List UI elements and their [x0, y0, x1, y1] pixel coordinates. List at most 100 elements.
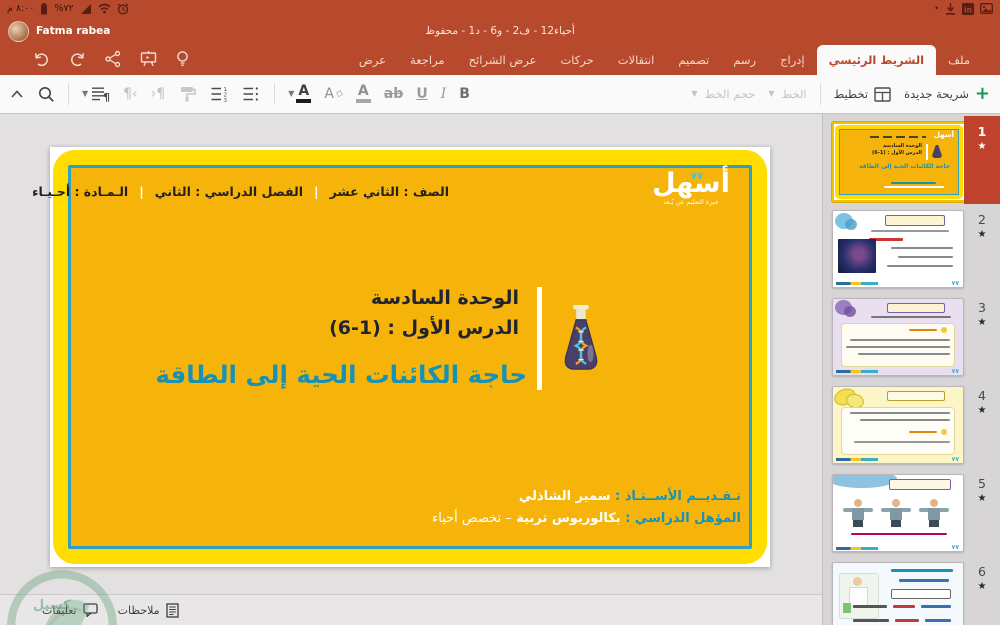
- slide-number: 6: [978, 564, 986, 579]
- font-size-label: حجم الخط: [704, 87, 756, 101]
- tab-home[interactable]: الشريط الرئيسي: [816, 45, 937, 75]
- share-icon[interactable]: [104, 50, 122, 68]
- slide-number: 2: [978, 212, 986, 227]
- comments-label: تعليقات: [42, 603, 77, 617]
- dropdown-caret: ▼: [768, 89, 775, 98]
- user-avatar[interactable]: [8, 20, 29, 42]
- slide-number: 1: [977, 124, 987, 139]
- font-name-dropdown[interactable]: الخط ▼: [768, 87, 806, 101]
- decor: ٧٧: [951, 544, 959, 551]
- slide-4-thumbnail[interactable]: ٧٧: [832, 386, 964, 464]
- paragraph-rtl-button[interactable]: ¶‹: [123, 87, 138, 101]
- svg-text:in: in: [964, 5, 972, 14]
- bold-button[interactable]: B: [459, 87, 470, 101]
- slide-1-thumbnail[interactable]: أسهل الوحدة السادسة الدرس الأول : (1-6) ح…: [832, 122, 966, 202]
- transition-star-icon: ★: [977, 141, 987, 152]
- slide-page[interactable]: الصف : الثاني عشر | الفصل الدراسي : الثاني…: [32, 147, 770, 567]
- battery-percent-text: ٧٢%: [54, 3, 74, 14]
- tab-draw[interactable]: رسم: [721, 45, 768, 75]
- slide-row-4: ٧٧ 4 ★: [823, 380, 1000, 468]
- download-icon: [946, 2, 955, 15]
- slide-5-number-column[interactable]: 5 ★: [964, 468, 1000, 556]
- tab-insert[interactable]: إدراج: [768, 45, 817, 75]
- decor: [891, 182, 936, 184]
- decor: [899, 579, 949, 582]
- notes-icon: [165, 602, 179, 618]
- font-color-button[interactable]: ▼ A: [288, 84, 312, 103]
- decor: [851, 533, 947, 535]
- slide-1-number-column[interactable]: 1 ★: [964, 116, 1000, 204]
- italic-button[interactable]: I: [441, 87, 447, 101]
- slide-2-thumbnail[interactable]: ٧٧: [832, 210, 964, 288]
- tab-slideshow[interactable]: عرض الشرائح: [457, 45, 549, 75]
- slide-6-thumbnail[interactable]: [832, 562, 964, 625]
- tab-animations[interactable]: حركات: [548, 45, 605, 75]
- bulleted-list-icon[interactable]: [242, 86, 261, 102]
- slide-thumbnails-panel[interactable]: أسهل الوحدة السادسة الدرس الأول : (1-6) ح…: [822, 114, 1000, 625]
- slide-row-2: ٧٧ 2 ★: [823, 204, 1000, 292]
- highlight-color-button[interactable]: A: [355, 84, 371, 103]
- title-divider-bar: [537, 287, 542, 390]
- tab-transitions[interactable]: انتقالات: [606, 45, 667, 75]
- layout-button[interactable]: تخطيط: [834, 86, 891, 102]
- slide-editor-canvas[interactable]: الصف : الثاني عشر | الفصل الدراسي : الثاني…: [0, 114, 822, 625]
- ideas-lightbulb-icon[interactable]: [175, 50, 190, 68]
- grade-text: الصف : الثاني عشر: [329, 184, 449, 199]
- undo-icon[interactable]: [32, 50, 51, 68]
- decor: [850, 412, 950, 414]
- decor: [887, 265, 953, 267]
- slide-3-thumbnail[interactable]: ٧٧: [832, 298, 964, 376]
- decor: [925, 619, 951, 622]
- thumb1-frame: أسهل الوحدة السادسة الدرس الأول : (1-6) ح…: [839, 129, 959, 195]
- slide-5-thumbnail[interactable]: ٧٧: [832, 474, 964, 552]
- paragraph-ltr-button[interactable]: ›¶: [151, 87, 166, 101]
- svg-text:¶: ¶: [103, 91, 110, 103]
- underline-button[interactable]: U: [416, 87, 427, 101]
- tab-view[interactable]: عرض: [347, 45, 398, 75]
- presenter-label: تـقـديــم الأســتـاذ :: [615, 489, 741, 504]
- comments-button[interactable]: تعليقات: [42, 603, 98, 617]
- slide-3-number-column[interactable]: 3 ★: [964, 292, 1000, 380]
- decor: [891, 247, 953, 249]
- clear-format-letter: A: [324, 86, 334, 102]
- decor: [891, 569, 953, 572]
- line-spacing-button[interactable]: ▼ ¶: [82, 86, 110, 103]
- divider: [819, 83, 821, 105]
- slide-6-number-column[interactable]: 6 ★: [964, 556, 1000, 625]
- transition-star-icon: ★: [977, 317, 987, 328]
- decor: [836, 547, 878, 550]
- present-icon[interactable]: [139, 50, 158, 68]
- slide-row-1: أسهل الوحدة السادسة الدرس الأول : (1-6) ح…: [823, 116, 1000, 204]
- lesson-title[interactable]: حاجة الكائنات الحية إلى الطاقة: [155, 360, 527, 389]
- format-painter-icon[interactable]: [178, 86, 197, 102]
- decor: [871, 316, 951, 318]
- decor: [853, 619, 889, 622]
- thumb5-figure: [881, 499, 911, 529]
- redo-icon[interactable]: [68, 50, 87, 68]
- qualification-label: المؤهل الدراسي :: [625, 511, 741, 526]
- unit-text-block[interactable]: الوحدة السادسة الدرس الأول : (1-6): [329, 283, 519, 343]
- clock-text: ٨:٠٠ م: [7, 3, 35, 14]
- search-icon[interactable]: [37, 85, 55, 103]
- dna-flask-icon[interactable]: [555, 298, 607, 390]
- new-slide-button[interactable]: + شريحة جديدة: [904, 85, 990, 103]
- clear-formatting-button[interactable]: A ◇: [324, 86, 344, 102]
- decor: [893, 605, 915, 608]
- strikethrough-button[interactable]: ab: [384, 87, 403, 101]
- slide-2-number-column[interactable]: 2 ★: [964, 204, 1000, 292]
- thumb1-logo: أسهل: [933, 131, 954, 139]
- collapse-ribbon-icon[interactable]: [10, 89, 24, 99]
- tab-file[interactable]: ملف: [936, 45, 982, 75]
- presenter-block[interactable]: تـقـديــم الأســتـاذ : سمير الشاذلي المؤ…: [432, 486, 741, 530]
- tab-design[interactable]: تصميم: [666, 45, 721, 75]
- tab-review[interactable]: مراجعة: [398, 45, 457, 75]
- font-size-dropdown[interactable]: حجم الخط ▼: [691, 87, 755, 101]
- numbered-list-icon[interactable]: 123: [210, 86, 229, 102]
- decor: [889, 479, 951, 490]
- slide-inner-frame: الصف : الثاني عشر | الفصل الدراسي : الثاني…: [32, 165, 752, 549]
- logo-tagline: خبرة التعليم عن بُـعد: [663, 198, 719, 206]
- notes-button[interactable]: ملاحظات: [118, 602, 179, 618]
- slide-header-info[interactable]: الصف : الثاني عشر | الفصل الدراسي : الثاني…: [32, 184, 449, 199]
- font-color-swatch: [296, 99, 312, 103]
- slide-4-number-column[interactable]: 4 ★: [964, 380, 1000, 468]
